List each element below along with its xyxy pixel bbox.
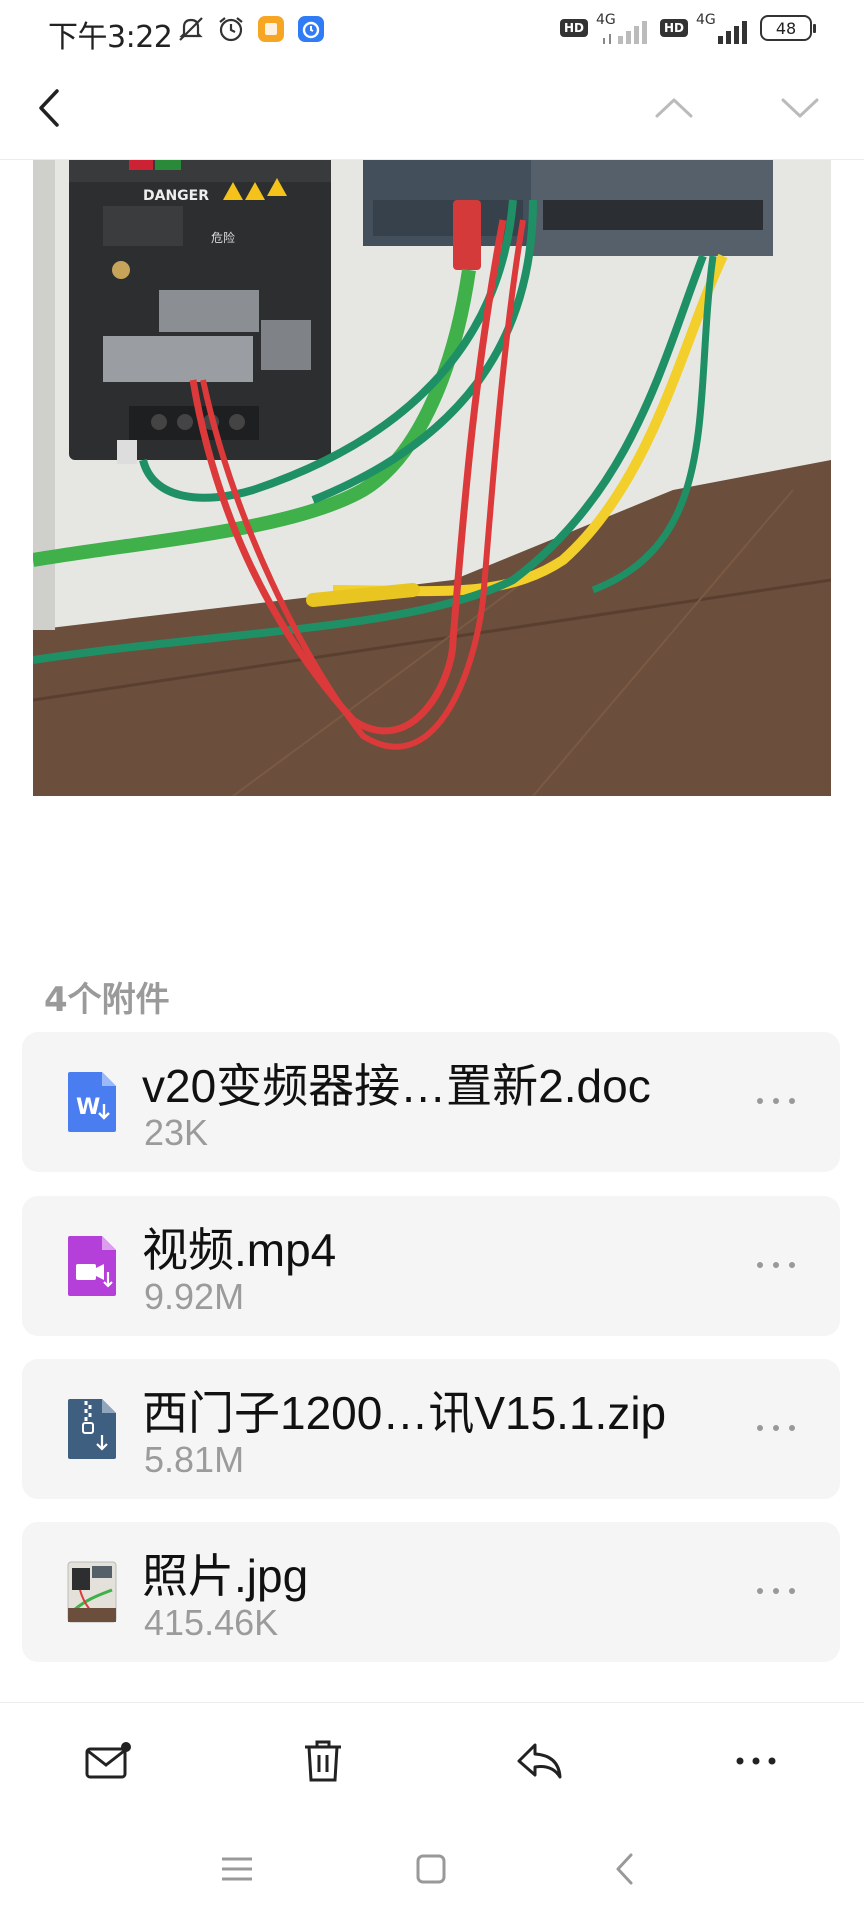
clock-app-icon — [296, 14, 326, 44]
mute-icon — [176, 14, 206, 44]
email-photo[interactable]: DANGER 危险 — [33, 160, 831, 796]
home-button[interactable] — [406, 1844, 456, 1894]
word-file-icon: W — [68, 1072, 116, 1132]
system-nav-bar — [0, 1812, 864, 1920]
status-system-icons: HD 4G HD 4G 48 — [559, 12, 816, 44]
more-dots-icon — [757, 1588, 795, 1594]
attachment-name: 照片.jpg — [142, 1550, 309, 1602]
video-file-icon — [68, 1236, 116, 1296]
attachment-size: 415.46K — [144, 1602, 279, 1643]
more-dots-icon — [757, 1425, 795, 1431]
notes-app-icon — [256, 14, 286, 44]
back-button[interactable] — [20, 78, 80, 138]
attachment-size: 23K — [144, 1112, 209, 1153]
mail-icon — [85, 1742, 131, 1779]
alarm-icon — [216, 14, 246, 44]
attachment-name: 西门子1200…讯V15.1.zip — [142, 1387, 667, 1439]
reply-button[interactable] — [509, 1731, 569, 1791]
menu-icon — [222, 1857, 252, 1881]
danger-label: DANGER — [143, 188, 209, 204]
battery-indicator: 48 — [760, 15, 816, 41]
signal-icon: 4G — [596, 12, 652, 44]
more-dots-icon — [757, 1262, 795, 1268]
mark-unread-button[interactable] — [78, 1731, 138, 1791]
attachment-item-jpg[interactable]: 照片.jpg 415.46K — [22, 1522, 840, 1662]
wiring-photo-illustration: DANGER 危险 — [33, 160, 831, 796]
more-icon — [736, 1757, 776, 1765]
attachment-item-doc[interactable]: W v20变频器接…置新2.doc 23K — [22, 1032, 840, 1172]
attachment-more-button[interactable] — [746, 1250, 806, 1280]
chevron-up-icon — [655, 98, 693, 118]
delete-button[interactable] — [293, 1731, 353, 1791]
image-file-icon — [67, 1561, 117, 1623]
trash-icon — [305, 1740, 341, 1782]
system-back-button[interactable] — [600, 1844, 650, 1894]
attachment-size: 9.92M — [144, 1276, 245, 1317]
attachment-more-button[interactable] — [746, 1576, 806, 1606]
status-bar: 下午3:22 HD 4G HD 4G 48 — [0, 0, 864, 62]
zip-file-icon — [68, 1399, 116, 1459]
attachment-more-button[interactable] — [746, 1086, 806, 1116]
hd-badge: HD — [559, 19, 588, 37]
status-notification-icons — [176, 14, 326, 44]
bottom-toolbar — [0, 1702, 864, 1812]
danger-cn-label: 危险 — [211, 230, 235, 245]
status-time: 下午3:22 — [48, 20, 173, 55]
attachment-name: v20变频器接…置新2.doc — [142, 1060, 651, 1112]
chevron-down-icon — [781, 98, 819, 118]
more-actions-button[interactable] — [726, 1731, 786, 1791]
top-nav — [0, 62, 864, 160]
reply-icon — [517, 1743, 562, 1779]
more-dots-icon — [757, 1098, 795, 1104]
svg-text:W: W — [76, 1095, 100, 1120]
chevron-left-icon — [39, 89, 59, 127]
attachment-item-mp4[interactable]: 视频.mp4 9.92M — [22, 1196, 840, 1336]
previous-mail-button[interactable] — [644, 78, 704, 138]
attachments-title: 4个附件 — [44, 980, 170, 1020]
attachment-item-zip[interactable]: 西门子1200…讯V15.1.zip 5.81M — [22, 1359, 840, 1499]
attachment-name: 视频.mp4 — [142, 1224, 337, 1276]
next-mail-button[interactable] — [770, 78, 830, 138]
attachment-more-button[interactable] — [746, 1413, 806, 1443]
signal-icon-2: 4G — [696, 12, 752, 44]
recent-apps-button[interactable] — [212, 1844, 262, 1894]
hd-badge-2: HD — [659, 19, 688, 37]
home-square-icon — [416, 1854, 446, 1884]
back-arrow-icon — [616, 1853, 633, 1885]
attachment-size: 5.81M — [144, 1439, 245, 1480]
